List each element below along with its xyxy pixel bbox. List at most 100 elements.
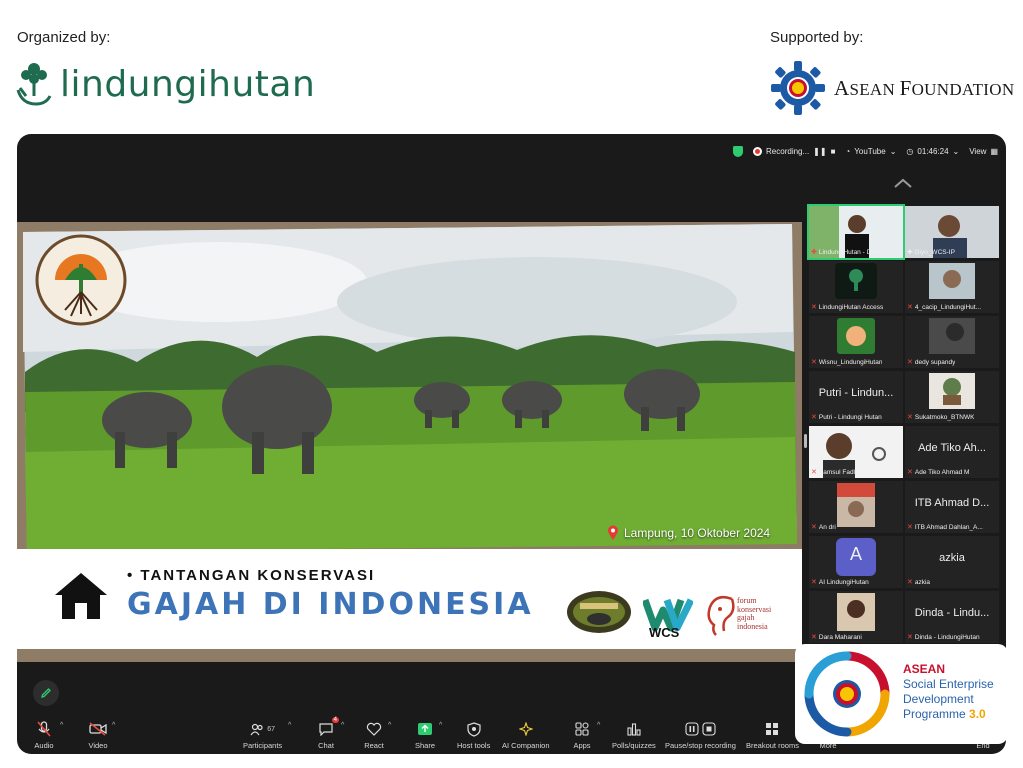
- video-options-chevron-icon[interactable]: ^: [112, 722, 115, 729]
- chat-button[interactable]: 4 Chat: [315, 717, 339, 750]
- annotate-button[interactable]: [33, 680, 59, 706]
- mic-muted-icon: ✕: [907, 579, 913, 586]
- supporter-name: ASEAN FOUNDATION: [834, 76, 1014, 101]
- participant-name: ✕ Dinda - LindungiHutan: [907, 633, 980, 642]
- map-pin-icon: [608, 525, 618, 540]
- organizer-name: lindungihutan: [60, 63, 316, 105]
- livestream-indicator[interactable]: ◔ YouTube ⌄: [845, 147, 896, 156]
- mic-muted-icon: ✕: [907, 469, 913, 476]
- meeting-status-bar: Recording... ❚❚ ■ ◔ YouTube ⌄ ◷ 01:46:24…: [733, 142, 998, 160]
- resize-handle[interactable]: [804, 434, 807, 448]
- grid-view-icon: ▦: [990, 146, 998, 156]
- participant-name: ✚ Giyo_WCS-IP: [907, 248, 955, 257]
- video-tile[interactable]: ✕ Sukatmoko_BTNWK: [905, 371, 999, 423]
- video-tile[interactable]: ✕ An dri: [809, 481, 903, 533]
- participant-count: 67: [267, 725, 275, 733]
- video-tile[interactable]: ✕ Samsul Fadli: [809, 426, 903, 478]
- video-tile[interactable]: ✕ Wisnu_LindungiHutan: [809, 316, 903, 368]
- participant-name: ✕ Sukatmoko_BTNWK: [907, 413, 975, 422]
- participant-name: ✕ Putri - Lindungi Hutan: [811, 413, 882, 422]
- host-tools-label: Host tools: [457, 741, 491, 750]
- forum-line: indonesia: [737, 621, 768, 631]
- supporter-rest-f: OUNDATION: [911, 79, 1015, 99]
- video-tile[interactable]: ✚ LindungiHutan - Dara...: [807, 204, 905, 260]
- chat-options-chevron-icon[interactable]: ^: [341, 722, 344, 729]
- asean-sep-title: ASEAN Social Enterprise Development Prog…: [903, 662, 994, 722]
- video-tile[interactable]: ✕ dedy supandy: [905, 316, 999, 368]
- participant-name: ✕ 4_cacip_LindungiHut...: [907, 303, 982, 312]
- video-tile[interactable]: ✕ 4_cacip_LindungiHut...: [905, 261, 999, 313]
- pause-stop-label: Pause/stop recording: [665, 741, 736, 750]
- asean-foundation-logo: ASEAN FOUNDATION: [770, 60, 1014, 116]
- participant-name-text: 4_cacip_LindungiHut...: [914, 303, 982, 311]
- security-shield-icon[interactable]: [733, 145, 744, 157]
- chat-icon: [319, 723, 333, 736]
- audio-label: Audio: [34, 741, 54, 750]
- share-button[interactable]: Share: [414, 721, 436, 750]
- participant-name: ✕ azkia: [907, 578, 930, 587]
- participant-display-name: ITB Ahmad D...: [914, 497, 990, 509]
- apps-button[interactable]: Apps: [571, 721, 593, 750]
- participant-name-text: Dara Maharani: [818, 633, 862, 641]
- mic-muted-icon: ✕: [907, 359, 913, 366]
- chat-badge: 4: [331, 717, 339, 723]
- elephant-outline-icon: [707, 596, 735, 636]
- polls-button[interactable]: Polls/quizzes: [612, 721, 656, 750]
- react-options-chevron-icon[interactable]: ^: [388, 722, 391, 729]
- video-button[interactable]: Video: [87, 721, 109, 750]
- video-tile[interactable]: ✕ LindungiHutan Access: [809, 261, 903, 313]
- share-screen-icon: [418, 723, 432, 735]
- chevron-down-icon: ⌄: [952, 146, 960, 156]
- video-tile[interactable]: azkia ✕ azkia: [905, 536, 999, 588]
- sep-line-programme: Programme: [903, 707, 966, 721]
- pause-stop-recording-button[interactable]: Pause/stop recording: [665, 721, 736, 750]
- meeting-timer[interactable]: ◷ 01:46:24 ⌄: [906, 147, 959, 156]
- asean-sep-logo-card: ASEAN Social Enterprise Development Prog…: [795, 644, 1008, 744]
- apps-options-chevron-icon[interactable]: ^: [597, 722, 600, 729]
- participant-name-text: Sukatmoko_BTNWK: [914, 413, 975, 421]
- gallery-scroll-up-icon[interactable]: [893, 178, 913, 188]
- mic-muted-icon: ✕: [811, 469, 817, 476]
- react-button[interactable]: React: [363, 721, 385, 750]
- participants-button[interactable]: 67 Participants: [243, 721, 282, 750]
- video-tile[interactable]: Ade Tiko Ah... ✕ Ade Tiko Ahmad M: [905, 426, 999, 478]
- participant-name-text: Wisnu_LindungiHutan: [818, 358, 883, 366]
- location-caption: Lampung, 10 Oktober 2024: [607, 525, 770, 541]
- participants-options-chevron-icon[interactable]: ^: [288, 722, 291, 729]
- pause-icon: [685, 722, 699, 736]
- sep-version: 3.0: [969, 707, 986, 721]
- mic-muted-icon: ✕: [811, 304, 817, 311]
- ai-companion-label: AI Companion: [502, 741, 550, 750]
- video-tile[interactable]: Putri - Lindun... ✕ Putri - Lindungi Huta…: [809, 371, 903, 423]
- participant-name-text: dedy supandy: [914, 358, 956, 366]
- video-tile[interactable]: Dinda - Lindu... ✕ Dinda - LindungiHutan: [905, 591, 999, 643]
- stop-recording-icon[interactable]: ■: [831, 147, 836, 156]
- breakout-rooms-icon: [766, 723, 779, 735]
- audio-options-chevron-icon[interactable]: ^: [60, 722, 63, 729]
- supporter-initial-f: F: [899, 75, 912, 100]
- participant-name-text: LindungiHutan Access: [818, 303, 884, 311]
- participant-name-text: Putri - Lindungi Hutan: [818, 413, 882, 421]
- participant-name: ✕ LindungiHutan Access: [811, 303, 884, 312]
- apps-label: Apps: [573, 741, 591, 750]
- shared-screen-slide: Lampung, 10 Oktober 2024 • TANTANGAN KON…: [17, 222, 802, 662]
- sparkle-icon: [518, 722, 533, 736]
- video-tile[interactable]: ✕ Dara Maharani: [809, 591, 903, 643]
- participant-name: ✕ dedy supandy: [907, 358, 956, 367]
- view-button[interactable]: View ▦: [969, 147, 998, 156]
- ai-companion-button[interactable]: AI Companion: [502, 721, 550, 750]
- host-tools-button[interactable]: Host tools: [457, 721, 490, 750]
- share-options-chevron-icon[interactable]: ^: [439, 722, 442, 729]
- mic-muted-icon: ✕: [907, 634, 913, 641]
- bar-chart-icon: [627, 723, 641, 736]
- participant-name-text: An dri: [818, 523, 836, 531]
- recording-indicator: Recording... ❚❚ ■: [753, 146, 836, 156]
- audio-button[interactable]: Audio: [33, 721, 55, 750]
- video-tile[interactable]: A ✕ AI LindungiHutan: [809, 536, 903, 588]
- participant-display-name: azkia: [939, 552, 965, 564]
- pause-recording-icon[interactable]: ❚❚: [813, 147, 826, 156]
- video-tile[interactable]: ✚ Giyo_WCS-IP: [905, 206, 999, 258]
- breakout-rooms-button[interactable]: Breakout rooms: [746, 721, 799, 750]
- video-tile[interactable]: ITB Ahmad D... ✕ ITB Ahmad Dahlan_A...: [905, 481, 999, 533]
- participant-name: ✕ AI LindungiHutan: [811, 578, 869, 587]
